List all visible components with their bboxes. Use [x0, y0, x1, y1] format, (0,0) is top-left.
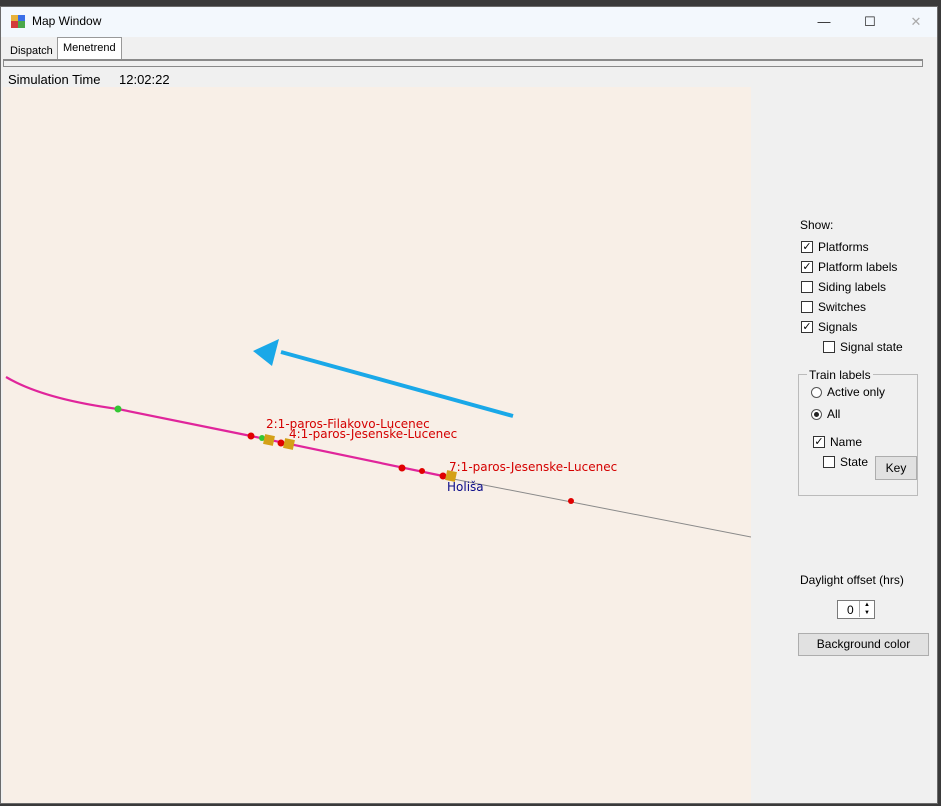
spin-up-icon[interactable]: ▲ — [859, 601, 874, 609]
state-label: State — [840, 455, 869, 469]
title-bar[interactable]: Map Window — ☐ ✕ — [1, 7, 937, 37]
train-marker — [263, 434, 275, 446]
signal-state-checkbox[interactable] — [823, 341, 835, 353]
siding-labels-label: Siding labels — [818, 280, 887, 294]
spin-down-icon[interactable]: ▼ — [859, 609, 874, 617]
all-label: All — [827, 407, 841, 421]
switches-label: Switches — [818, 300, 867, 314]
daylight-offset-spinner[interactable]: 0 ▲ ▼ — [837, 600, 875, 619]
tab-menetrend[interactable]: Menetrend — [57, 37, 122, 60]
close-button[interactable]: ✕ — [893, 7, 939, 37]
signals-checkbox[interactable]: ✓ — [801, 321, 813, 333]
signal-marker — [419, 468, 425, 474]
signal-marker — [247, 432, 255, 440]
platforms-label: Platforms — [818, 240, 869, 254]
tab-dispatch[interactable]: Dispatch — [5, 41, 58, 61]
state-checkbox[interactable] — [823, 456, 835, 468]
train-label: 7:1-paros-Jesenske-Lucenec — [449, 460, 617, 474]
background-color-button[interactable]: Background color — [798, 633, 929, 656]
signal-state-label: Signal state — [840, 340, 903, 354]
station-label: Holiša — [447, 480, 484, 494]
signal-marker — [277, 439, 285, 447]
active-only-radio[interactable] — [811, 387, 822, 398]
switches-checkbox[interactable] — [801, 301, 813, 313]
simulation-time-value: 12:02:22 — [119, 72, 170, 87]
map-canvas[interactable]: 2:1-paros-Filakovo-Lucenec 4:1-paros-Jes… — [3, 87, 751, 803]
all-radio[interactable] — [811, 409, 822, 420]
name-checkbox[interactable]: ✓ — [813, 436, 825, 448]
signal-marker — [568, 498, 574, 504]
app-icon — [11, 15, 25, 28]
signal-marker — [398, 464, 406, 472]
siding-labels-checkbox[interactable] — [801, 281, 813, 293]
train-labels-title: Train labels — [807, 368, 873, 382]
platform-labels-label: Platform labels — [818, 260, 898, 274]
signals-label: Signals — [818, 320, 858, 334]
tab-page-border — [3, 59, 923, 67]
track-inactive — [442, 476, 751, 538]
key-button[interactable]: Key — [875, 456, 917, 480]
platform-marker — [114, 405, 122, 413]
train-label: 4:1-paros-Jesenske-Lucenec — [289, 427, 457, 441]
simulation-time-label: Simulation Time — [8, 72, 101, 87]
map-window: Map Window — ☐ ✕ Dispatch Menetrend Simu… — [0, 6, 938, 804]
window-title: Map Window — [32, 14, 102, 28]
platform-labels-checkbox[interactable]: ✓ — [801, 261, 813, 273]
daylight-offset-value: 0 — [847, 603, 854, 617]
name-label: Name — [830, 435, 863, 449]
platforms-checkbox[interactable]: ✓ — [801, 241, 813, 253]
show-heading: Show: — [800, 218, 834, 232]
side-panel: Show: ✓ Platforms ✓ Platform labels Sidi… — [751, 87, 937, 803]
minimize-button[interactable]: — — [801, 7, 847, 37]
daylight-offset-label: Daylight offset (hrs) — [800, 573, 904, 587]
arrow-annotation — [253, 339, 514, 418]
maximize-button[interactable]: ☐ — [847, 7, 893, 37]
active-only-label: Active only — [827, 385, 886, 399]
